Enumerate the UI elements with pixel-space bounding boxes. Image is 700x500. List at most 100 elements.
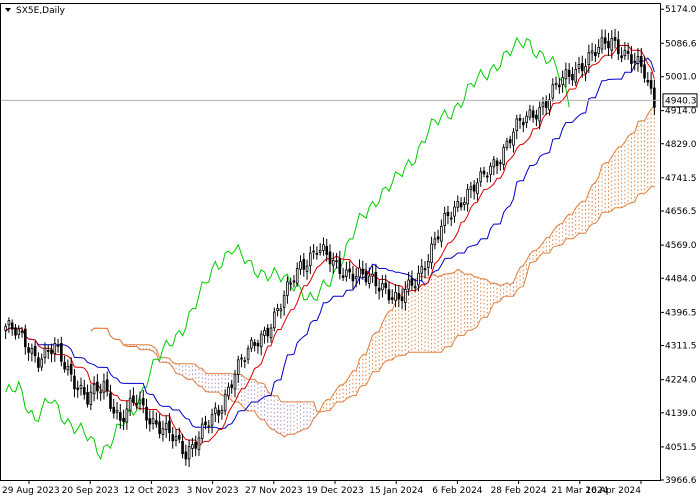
candle-body xyxy=(400,296,404,302)
candle-body xyxy=(348,268,351,273)
candle-body xyxy=(168,420,171,434)
candle-body xyxy=(210,414,214,426)
candle-body xyxy=(299,261,302,270)
candle-body xyxy=(472,184,476,192)
candle-body xyxy=(505,140,509,148)
candle-body xyxy=(617,39,620,55)
x-tick-label: 27 Nov 2023 xyxy=(245,486,303,496)
candle-body xyxy=(56,344,60,347)
candle-body xyxy=(112,406,116,414)
candle-body xyxy=(46,350,50,352)
candle-body xyxy=(99,391,102,394)
candle-body xyxy=(200,423,204,439)
candle-body xyxy=(325,246,329,255)
candle-body xyxy=(430,243,433,263)
candle-body xyxy=(276,308,279,311)
candle-body xyxy=(345,269,348,277)
candle-body xyxy=(119,412,122,421)
candle-body xyxy=(66,366,70,371)
candle-body xyxy=(515,118,519,132)
candle-body xyxy=(92,383,96,395)
candle-body xyxy=(476,182,479,194)
candle-body xyxy=(466,188,469,205)
y-tick-label: 4051.5 xyxy=(665,443,697,453)
y-tick-label: 4484.0 xyxy=(665,274,697,284)
candle-body xyxy=(603,37,607,44)
x-tick-label: 28 Feb 2024 xyxy=(491,486,547,496)
candle-body xyxy=(577,64,581,69)
candle-body xyxy=(522,121,525,126)
candle-body xyxy=(594,51,597,57)
candle-body xyxy=(420,266,424,274)
candle-body xyxy=(361,268,365,275)
candle-body xyxy=(584,66,587,74)
candle-body xyxy=(191,444,194,449)
candle-body xyxy=(145,406,148,421)
candle-body xyxy=(309,252,312,266)
candle-body xyxy=(433,238,437,246)
candle-body xyxy=(492,159,496,168)
candle-body xyxy=(639,55,643,67)
candle-body xyxy=(351,273,355,282)
candle-body xyxy=(558,84,561,88)
candle-body xyxy=(643,64,646,79)
x-tick-label: 20 Sep 2023 xyxy=(62,486,119,496)
symbol-label: SX5E,Daily xyxy=(16,6,66,16)
candle-body xyxy=(322,244,325,251)
last-price-label: 4940.3 xyxy=(665,96,697,106)
candle-body xyxy=(407,279,410,290)
candle-body xyxy=(141,397,145,406)
candle-body xyxy=(561,77,564,85)
candle-body xyxy=(580,63,584,72)
candle-body xyxy=(295,268,299,284)
candle-body xyxy=(105,379,109,392)
candle-body xyxy=(387,289,391,301)
candle-body xyxy=(404,288,407,303)
candle-body xyxy=(354,275,358,280)
y-tick-label: 4656.5 xyxy=(665,207,697,217)
candle-body xyxy=(214,407,217,414)
candle-body xyxy=(269,327,273,339)
candle-body xyxy=(89,391,93,405)
candle-body xyxy=(485,175,489,178)
candle-body xyxy=(600,37,604,50)
candle-body xyxy=(230,384,234,388)
x-tick-label: 12 Oct 2023 xyxy=(124,486,180,496)
candle-body xyxy=(649,80,653,89)
candle-body xyxy=(33,345,37,357)
candle-body xyxy=(551,84,555,99)
candle-body xyxy=(633,60,637,63)
candle-body xyxy=(20,330,24,333)
y-tick-label: 4311.5 xyxy=(665,342,697,352)
candle-body xyxy=(164,422,168,431)
candle-body xyxy=(151,418,155,424)
candle-body xyxy=(243,360,247,362)
y-tick-label: 4139.0 xyxy=(665,409,697,419)
candle-body xyxy=(377,287,381,292)
candle-body xyxy=(653,87,656,108)
candle-body xyxy=(125,408,129,423)
candle-body xyxy=(138,399,142,404)
y-tick-label: 5001.0 xyxy=(665,73,697,83)
candle-body xyxy=(626,50,630,54)
candle-body xyxy=(177,434,181,440)
candle-body xyxy=(187,446,191,460)
candle-body xyxy=(440,225,443,242)
y-tick-label: 4396.5 xyxy=(665,308,697,318)
candle-body xyxy=(423,268,427,271)
candle-body xyxy=(207,425,211,428)
candle-body xyxy=(79,384,83,389)
y-tick-label: 3966.6 xyxy=(665,476,697,486)
candle-body xyxy=(240,357,243,360)
candle-body xyxy=(194,441,197,449)
y-axis: 5174.0 5086.6 5001.0 4914.0 4829.0 4741.5 4656… xyxy=(660,5,697,486)
candle-body xyxy=(574,69,578,83)
candle-body xyxy=(567,69,571,77)
candle-body xyxy=(331,259,335,266)
candle-body xyxy=(233,373,237,390)
candle-body xyxy=(548,99,551,111)
candle-body xyxy=(223,393,227,412)
candle-body xyxy=(286,281,289,296)
candle-body xyxy=(7,320,11,326)
candle-body xyxy=(128,397,132,411)
